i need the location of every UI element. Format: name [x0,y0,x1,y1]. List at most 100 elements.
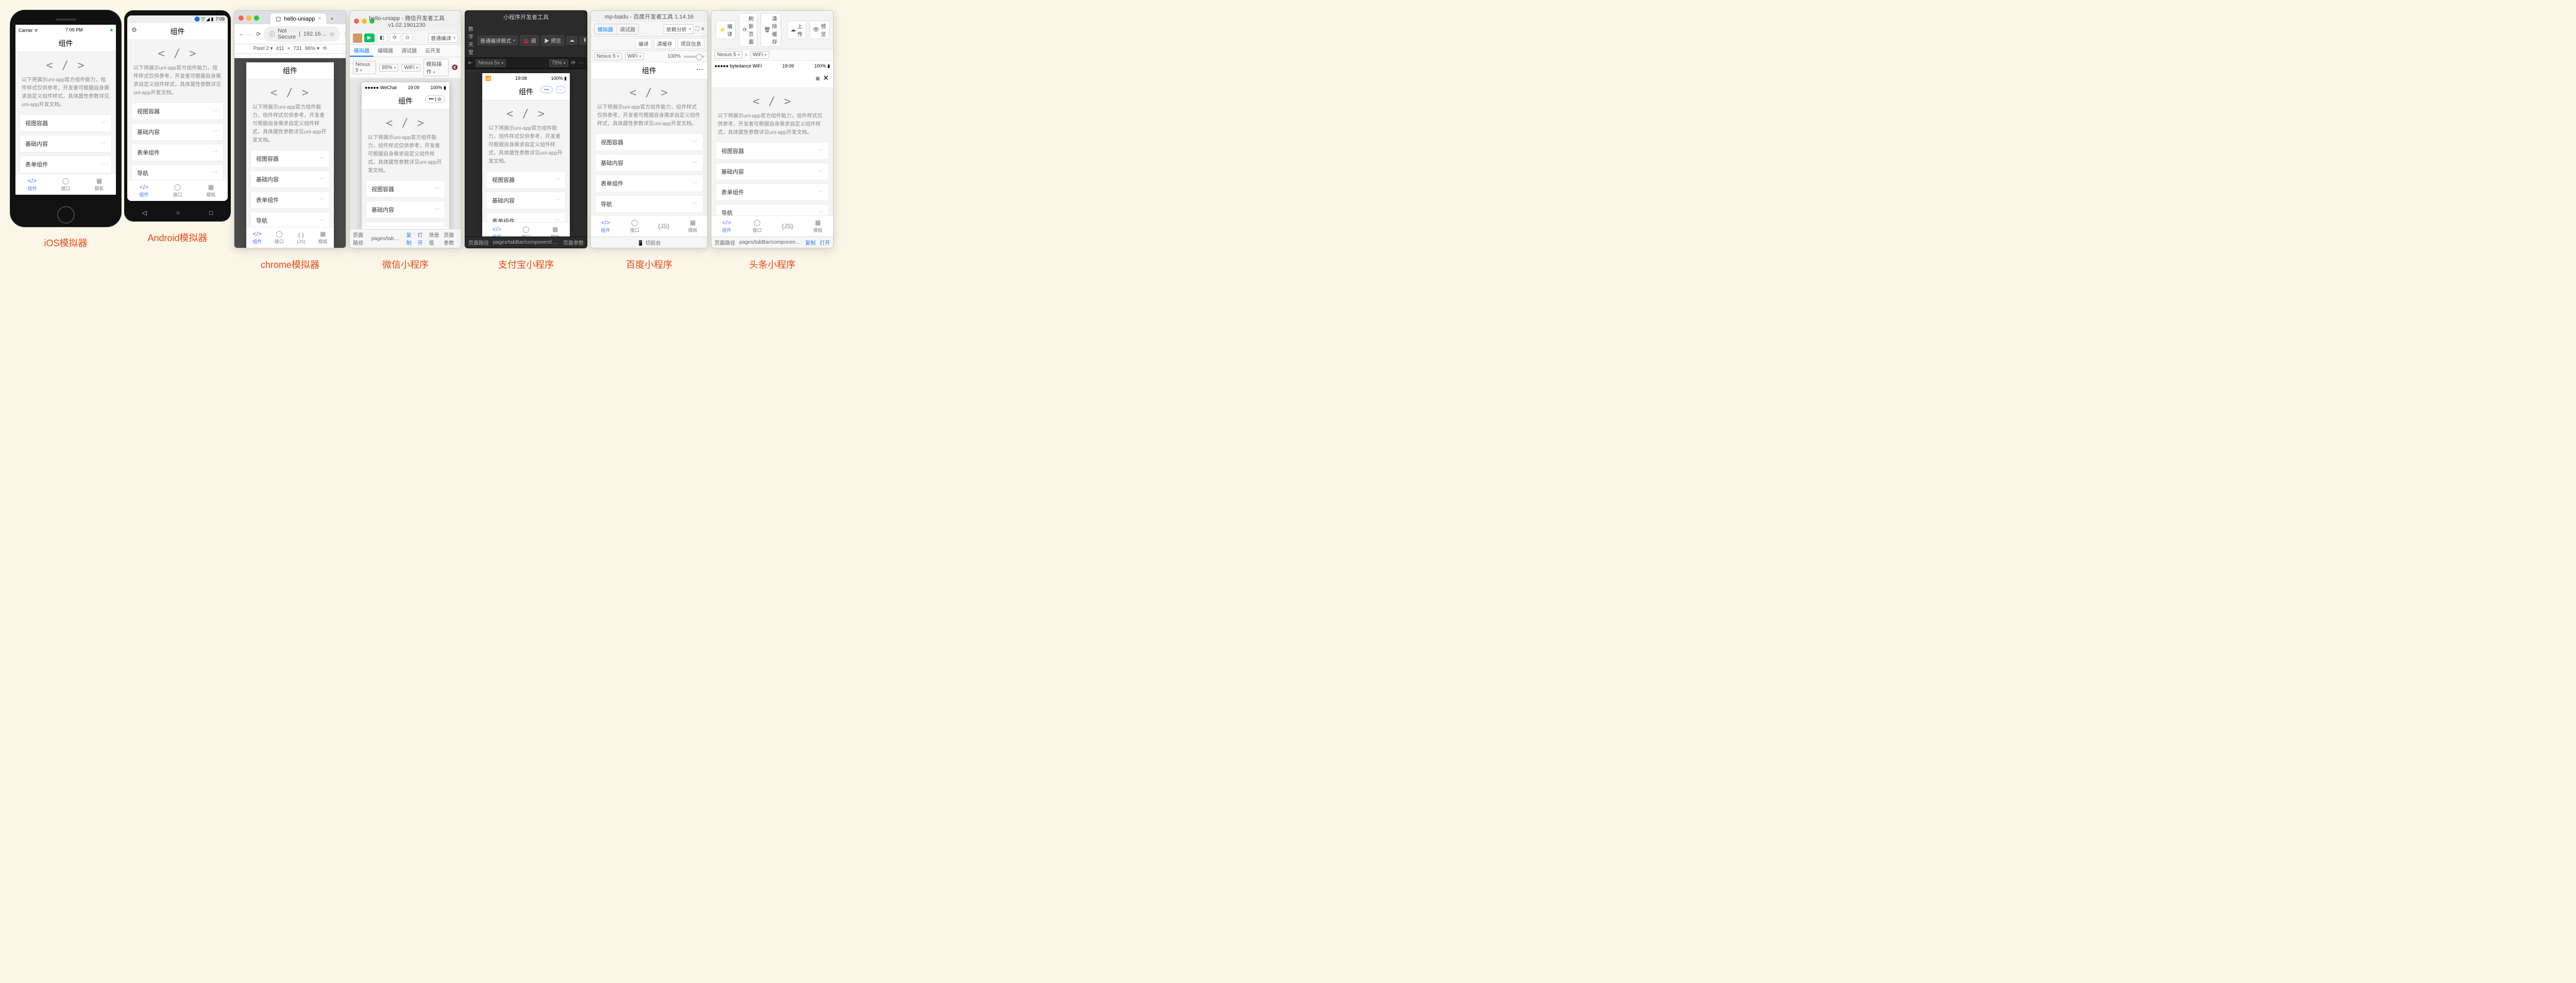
zoom-slider[interactable] [684,56,704,58]
rotate-icon[interactable]: ⟲ [323,46,327,52]
cell-nav[interactable]: 导航﹀ [250,212,330,227]
cell-nav[interactable]: 导航﹀ [716,204,829,215]
cell-view[interactable]: 视图容器﹀ [20,114,112,132]
mute-icon[interactable]: 🔇 [452,65,458,71]
tab-template[interactable]: ▦模板 [82,174,116,195]
cell-view[interactable]: 视图容器﹀ [595,133,703,151]
tab-component[interactable]: </>组件 [591,216,620,236]
cell-basic[interactable]: 基础内容﹀ [20,135,112,152]
device-select[interactable]: Nexus 5x [476,59,506,67]
capsule-more[interactable]: ••• [540,86,552,93]
star-icon[interactable]: ☆ [330,31,335,38]
refresh-button[interactable]: ⟳ 刷新页面 [739,13,757,47]
zoom-select[interactable]: 85% [379,64,398,72]
tab-component[interactable]: </>组件 [711,216,742,236]
cell-form[interactable]: 表单组件﹀ [595,175,703,192]
capsule-menu[interactable]: ≡ [816,74,820,82]
tab-template[interactable]: ▦模板 [679,216,708,236]
dim-h[interactable]: 731 [293,46,302,52]
panel-segment[interactable]: 模拟器 调试器 [594,24,639,35]
menu-icon[interactable]: ≡ [701,26,704,32]
tab-template[interactable]: ▦模板 [803,216,833,236]
omnibox[interactable]: ⓘ Not Secure | 192.16… ☆ [264,26,340,42]
tab-api[interactable]: ◯接口 [620,216,650,236]
cell-nav[interactable]: 导航﹀ [131,164,224,180]
zoom-window-icon[interactable] [254,15,259,21]
back-button[interactable]: ◁ [142,209,147,216]
network-select[interactable]: WiFi [401,64,420,72]
cell-nav[interactable]: 导航﹀ [595,195,703,213]
cell-basic[interactable]: 基础内容﹀ [595,154,703,172]
tab-component[interactable]: </>组件 [482,223,512,236]
cell-form[interactable]: 表单组件﹀ [20,156,112,173]
home-button[interactable] [57,206,75,224]
recent-button[interactable]: □ [209,209,213,216]
gear-icon[interactable]: ⚙ [131,26,137,33]
cloud-button[interactable]: ☁ [566,36,578,45]
refresh-icon[interactable]: ⟳ [571,60,575,66]
cell-view[interactable]: 视图容器﹀ [716,142,829,160]
open-link[interactable]: 打开 [820,239,830,246]
device-select[interactable]: Nexus 5 [594,53,622,60]
cell-form[interactable]: 表单组件﹀ [716,183,829,201]
cell-form[interactable]: 表单组件﹀ [366,222,445,226]
close-window-icon[interactable] [239,15,244,21]
capsule-close[interactable]: ✕ [823,74,829,82]
cell-view[interactable]: 视图容器﹀ [250,150,330,167]
upload-button[interactable]: ⬆ [580,36,587,45]
cell-basic[interactable]: 基础内容﹀ [250,171,330,188]
cell-form[interactable]: 表单组件﹀ [486,212,566,222]
cell-basic[interactable]: 基础内容﹀ [366,201,445,218]
upload-button[interactable]: ☁ 上传 [787,21,806,39]
zoom-select[interactable]: 75% [549,59,568,67]
info-button[interactable]: 项目信息 [677,38,704,49]
capsule-close[interactable]: ○ [556,86,566,93]
tab-component[interactable]: </>组件 [246,227,268,248]
copy-link[interactable]: 复制 [805,239,816,246]
tab-api[interactable]: ◯接口 [742,216,772,236]
cell-basic[interactable]: 基础内容﹀ [716,163,829,180]
cell-form[interactable]: 表单组件﹀ [250,191,330,209]
back-icon[interactable]: ← [239,31,244,37]
debug-button[interactable]: 🐞 调 [520,35,539,46]
device-select[interactable]: Pixel 2 ▾ [253,46,273,52]
compile-button[interactable]: ▶ [364,33,375,42]
expand-icon[interactable]: ⛶ [696,26,699,32]
cell-view[interactable]: 视图容器﹀ [366,180,445,198]
tab-template[interactable]: ▦模板 [540,223,570,236]
seg-debug[interactable]: 调试器 [617,24,638,34]
minimize-window-icon[interactable] [246,15,251,21]
tab-template[interactable]: ▦模板 [312,227,334,248]
preview-button[interactable]: 👁 预览 [809,21,830,39]
tab-js[interactable]: { }{JS} [290,227,312,248]
preview-button[interactable]: ▶ 预览 [541,35,564,46]
more-icon[interactable]: ⋯ [579,60,584,66]
tab-api[interactable]: ◯接口 [512,223,541,236]
browser-tab[interactable]: ▢ hello-uniapp × [270,13,326,24]
dim-w[interactable]: 411 [276,46,284,52]
compile-mode[interactable]: 普通编译模式 [478,36,518,45]
capsule-menu[interactable]: ••• | ◎ [425,95,445,103]
tool-button[interactable]: ◧ [377,33,387,42]
compile-button[interactable]: ⚡ 编译 [716,21,736,39]
clear-button[interactable]: 🗑 清除缓存 [760,13,781,47]
sim-ops-select[interactable]: 模拟操作 [423,59,448,76]
seg-sim[interactable]: 模拟器 [595,24,617,34]
clear-button[interactable]: 清缓存 [654,38,675,49]
open-link[interactable]: 打开 [418,231,425,246]
tab-api[interactable]: ◯接口 [161,180,194,201]
compile-mode-select[interactable]: 普通编译 [428,33,458,43]
device-select[interactable]: Nexus 5 [715,51,742,59]
collapse-icon[interactable]: ⇤ [468,60,472,66]
tab-api[interactable]: ◯接口 [49,174,82,195]
tab-editor[interactable]: 编辑器 [374,45,397,57]
device-select[interactable]: Nexus 5 [353,61,376,74]
cell-view[interactable]: 视图容器﹀ [131,103,224,120]
tab-api[interactable]: ◯接口 [268,227,291,248]
tab-cloud[interactable]: 云开发 [421,45,445,57]
zoom-select[interactable]: 86% ▾ [305,46,319,52]
network-select[interactable]: WiFi [750,51,769,59]
reload-icon[interactable]: ⟳ [256,31,261,38]
cell-form[interactable]: 表单组件﹀ [131,144,224,161]
tool-button[interactable]: ⊙ [402,33,413,42]
